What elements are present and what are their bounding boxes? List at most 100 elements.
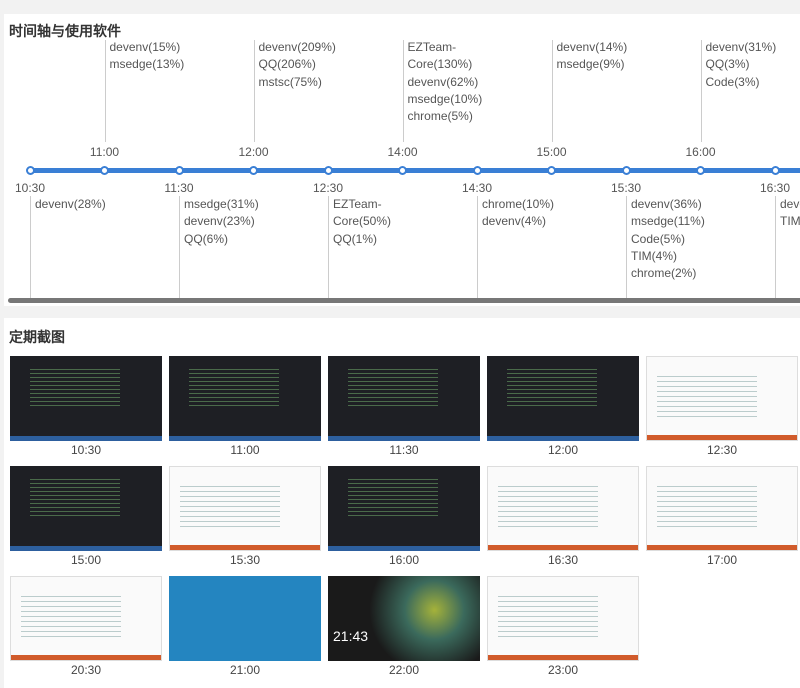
- screenshot-time-label: 11:00: [230, 443, 260, 457]
- screenshot-thumbnail[interactable]: [10, 466, 162, 551]
- timeline-time-label: 16:30: [759, 181, 791, 195]
- app-usage-item: QQ(3%): [705, 57, 750, 72]
- timeline-node[interactable]: [696, 166, 705, 175]
- screenshot-time-label: 20:30: [70, 663, 102, 677]
- timeline-connector: [30, 196, 31, 300]
- screenshot-time-label: 16:00: [388, 553, 420, 567]
- app-usage-item: msedge(10%): [407, 91, 483, 106]
- timeline-time-label: 15:00: [536, 145, 567, 159]
- timeline-node[interactable]: [100, 166, 109, 175]
- timeline-time-label: 15:30: [610, 181, 642, 195]
- app-usage-item: msedge(11%): [631, 214, 705, 229]
- app-usage-item: Core(130%): [407, 57, 473, 72]
- timeline-connector: [775, 196, 776, 300]
- app-usage-item: mstsc(75%): [258, 74, 322, 89]
- screenshot-thumbnail[interactable]: [487, 576, 639, 661]
- screenshot-thumbnail[interactable]: [169, 356, 321, 441]
- timeline-app-list: devenv(14%) msedge(9%): [557, 39, 628, 74]
- timeline-app-list: chrome(10%) devenv(4%): [482, 196, 554, 231]
- screenshot-thumbnail[interactable]: [487, 356, 639, 441]
- timeline-app-list: devenv(28%): [35, 196, 106, 213]
- screenshot-thumbnail[interactable]: [487, 466, 639, 551]
- app-usage-item: QQ(1%): [333, 231, 378, 246]
- screenshot-time-label: 12:00: [547, 443, 579, 457]
- app-usage-item: EZTeam-: [333, 197, 382, 211]
- app-usage-item: EZTeam-: [407, 40, 457, 54]
- screenshots-title: 定期截图: [9, 329, 65, 345]
- app-usage-item: devenv(: [780, 197, 800, 211]
- app-usage-item: msedge(31%): [184, 197, 259, 211]
- screenshot-time-label: 12:30: [706, 443, 738, 457]
- app-usage-item: devenv(14%): [556, 40, 628, 54]
- app-usage-item: Code(3%): [705, 74, 760, 89]
- horizontal-scrollbar[interactable]: [8, 298, 800, 303]
- timeline-app-list: EZTeam- Core(50%) QQ(1%): [333, 196, 391, 248]
- app-usage-item: chrome(5%): [407, 109, 473, 124]
- app-usage-item: msedge(9%): [556, 57, 625, 72]
- timeline-app-list: devenv(31%) QQ(3%) Code(3%): [706, 39, 777, 91]
- timeline-time-label: 16:00: [685, 145, 716, 159]
- timeline-node[interactable]: [174, 166, 184, 175]
- timeline-node[interactable]: [547, 166, 556, 175]
- screenshot-thumbnail[interactable]: [169, 576, 321, 661]
- timeline-axis: [30, 168, 800, 173]
- screenshot-time-label: 16:30: [547, 553, 579, 567]
- screenshot-time-label: 11:30: [389, 443, 419, 457]
- timeline-app-list: devenv( TIM(: [780, 196, 800, 231]
- app-usage-item: chrome(10%): [482, 197, 555, 211]
- app-usage-item: Code(5%): [631, 231, 686, 246]
- screenshot-time-label: 15:00: [70, 553, 102, 567]
- screenshot-thumbnail[interactable]: [10, 576, 162, 661]
- timeline-time-label: 14:30: [461, 181, 493, 195]
- screenshot-time-label: 21:00: [229, 663, 261, 677]
- app-usage-item: devenv(209%): [258, 40, 336, 54]
- app-usage-item: devenv(15%): [109, 40, 181, 54]
- timeline-app-list: msedge(31%) devenv(23%) QQ(6%): [184, 196, 259, 248]
- timeline-node[interactable]: [398, 166, 407, 175]
- screenshot-thumbnail[interactable]: [646, 466, 798, 551]
- screenshot-thumbnail[interactable]: [169, 466, 321, 551]
- timeline-connector: [253, 40, 255, 142]
- timeline-app-list: devenv(36%) msedge(11%) Code(5%) TIM(4%) chr…: [631, 196, 705, 282]
- timeline-time-label: 11:30: [164, 181, 194, 195]
- timeline-node[interactable]: [472, 166, 482, 175]
- timeline-node[interactable]: [621, 166, 631, 175]
- screenshot-thumbnail[interactable]: [328, 466, 480, 551]
- screenshot-thumbnail[interactable]: [10, 356, 162, 441]
- timeline-node[interactable]: [323, 166, 333, 175]
- app-usage-item: QQ(6%): [184, 231, 229, 246]
- timeline-time-label: 10:30: [14, 181, 46, 195]
- timeline-app-list: EZTeam- Core(130%) devenv(62%) msedge(10%) c…: [408, 39, 483, 125]
- screenshot-thumbnail[interactable]: [328, 356, 480, 441]
- screenshot-time-label: 15:30: [229, 553, 261, 567]
- app-usage-item: msedge(13%): [109, 57, 185, 72]
- timeline-app-list: devenv(209%) QQ(206%) mstsc(75%): [259, 39, 336, 91]
- screenshots-panel: 定期截图 10:30 11:00 11:30 12:00 12:30 15:00 15:30…: [4, 318, 800, 688]
- screenshot-thumbnail[interactable]: 21:43: [328, 576, 480, 661]
- app-usage-item: devenv(28%): [35, 197, 106, 211]
- timeline-connector: [477, 196, 478, 300]
- app-usage-item: devenv(36%): [631, 197, 702, 211]
- timeline-time-label: 11:00: [89, 145, 120, 159]
- screenshot-time-label: 17:00: [706, 553, 738, 567]
- app-usage-item: devenv(4%): [482, 214, 547, 229]
- timeline-title: 时间轴与使用软件: [9, 23, 121, 39]
- timeline-node[interactable]: [25, 166, 35, 175]
- timeline-time-label: 12:30: [312, 181, 344, 195]
- app-usage-item: TIM(: [780, 214, 800, 229]
- timeline-app-list: devenv(15%) msedge(13%): [110, 39, 185, 74]
- timeline-connector: [402, 40, 404, 142]
- app-usage-item: devenv(62%): [407, 74, 479, 89]
- clock-overlay: 21:43: [333, 628, 369, 644]
- app-usage-item: TIM(4%): [631, 248, 677, 263]
- timeline-connector: [626, 196, 627, 300]
- screenshot-thumbnail[interactable]: [646, 356, 798, 441]
- timeline-connector: [328, 196, 329, 300]
- screenshot-time-label: 10:30: [70, 443, 102, 457]
- app-usage-item: chrome(2%): [631, 266, 697, 281]
- timeline-node[interactable]: [249, 166, 258, 175]
- screenshot-time-label: 22:00: [388, 663, 420, 677]
- timeline-node[interactable]: [770, 166, 780, 175]
- timeline-time-label: 12:00: [238, 145, 269, 159]
- timeline-time-label: 14:00: [387, 145, 418, 159]
